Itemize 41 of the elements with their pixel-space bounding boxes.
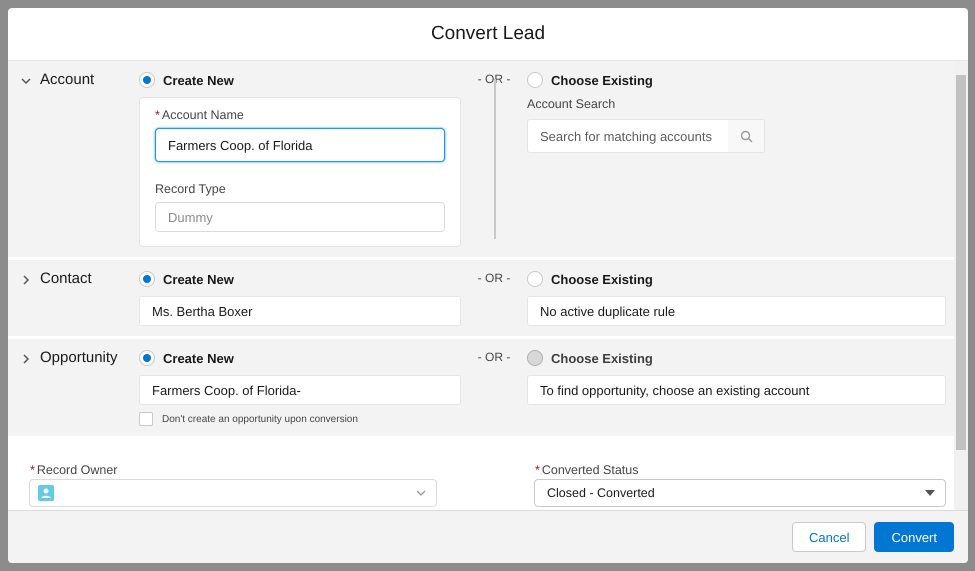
create-new-radio[interactable]: Create New: [139, 349, 461, 367]
or-separator: - OR -: [476, 71, 512, 88]
search-icon[interactable]: [740, 130, 752, 142]
or-separator: - OR -: [476, 349, 512, 366]
field-label: * Account Name: [155, 108, 245, 122]
section-title: Contact: [40, 270, 92, 287]
user-icon: [38, 485, 54, 501]
choose-existing-radio[interactable]: Choose Existing: [527, 71, 765, 89]
radio-icon[interactable]: [139, 72, 155, 88]
radio-icon[interactable]: [139, 271, 155, 287]
scrollbar[interactable]: [954, 61, 968, 510]
convert-button[interactable]: Convert: [874, 522, 954, 552]
create-new-radio[interactable]: Create New: [139, 270, 461, 288]
or-separator: - OR -: [476, 270, 512, 287]
radio-icon[interactable]: [527, 271, 543, 287]
section-title: Opportunity: [40, 349, 118, 366]
lookup-field[interactable]: [29, 479, 437, 507]
chevron-down-icon: [416, 490, 426, 496]
input-field[interactable]: To find opportunity, choose an existing account: [527, 375, 946, 405]
create-new-radio[interactable]: Create New: [139, 71, 461, 89]
caret-icon: [925, 490, 935, 496]
cancel-button[interactable]: Cancel: [792, 522, 866, 552]
section-title: Account: [40, 71, 94, 88]
input-field[interactable]: Farmers Coop. of Florida: [155, 128, 445, 162]
required-mark: *: [535, 463, 540, 477]
field-label: * Converted Status: [534, 463, 640, 477]
checkbox-label[interactable]: Don't create an opportunity upon conversion: [139, 412, 461, 426]
choose-existing-radio[interactable]: Choose Existing: [527, 270, 946, 288]
required-mark: *: [30, 463, 35, 477]
checkbox[interactable]: [139, 412, 153, 426]
status-select[interactable]: Closed - Converted: [534, 479, 946, 507]
field-label: Record Type: [155, 182, 227, 196]
input-field[interactable]: Farmers Coop. of Florida-: [139, 375, 461, 405]
radio-icon[interactable]: [139, 350, 155, 366]
input-field[interactable]: Dummy: [155, 202, 445, 232]
field-label: * Record Owner: [29, 463, 118, 477]
input-field[interactable]: No active duplicate rule: [527, 296, 946, 326]
input-field[interactable]: Ms. Bertha Boxer: [139, 296, 461, 326]
required-mark: *: [155, 108, 160, 122]
radio-icon[interactable]: [527, 72, 543, 88]
field-label: Account Search: [527, 97, 616, 111]
